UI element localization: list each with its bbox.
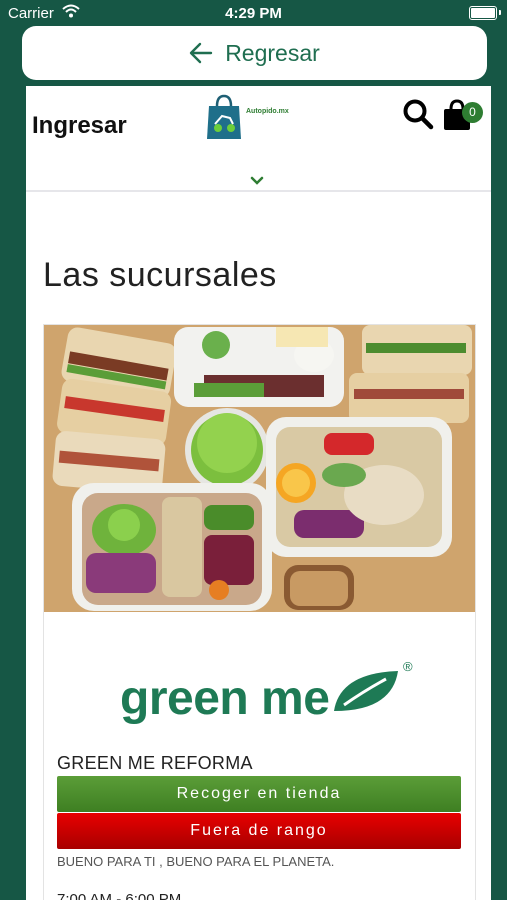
store-card[interactable]: green me ® GREEN ME REFORMA Recoger en t… xyxy=(43,324,476,900)
shopping-bag-logo-icon xyxy=(207,94,241,139)
app-logo[interactable]: Autopido.mx xyxy=(204,94,296,144)
store-slogan: BUENO PARA TI , BUENO PARA EL PLANETA. xyxy=(57,854,335,869)
back-label: Regresar xyxy=(225,39,320,66)
top-bar: Ingresar Autopido.mx 0 xyxy=(26,86,491,192)
logo-text: Autopido.mx xyxy=(246,108,289,115)
store-hours: 7:00 AM - 6:00 PM xyxy=(57,891,182,900)
leaf-icon xyxy=(334,671,398,711)
store-brand-logo: green me ® xyxy=(120,659,420,725)
registered-mark: ® xyxy=(403,659,413,674)
cart-button[interactable]: 0 xyxy=(442,98,483,132)
page-title: Las sucursales xyxy=(43,256,277,294)
chevron-down-icon[interactable] xyxy=(250,176,264,185)
pickup-in-store-button[interactable]: Recoger en tienda xyxy=(57,776,461,812)
brand-name: green me xyxy=(120,672,330,725)
store-name: GREEN ME REFORMA xyxy=(57,753,253,773)
out-of-range-button[interactable]: Fuera de rango xyxy=(57,813,461,849)
clock: 4:29 PM xyxy=(225,5,282,22)
status-bar: Carrier 4:29 PM xyxy=(0,0,507,26)
store-photo xyxy=(44,325,475,612)
back-button[interactable]: Regresar xyxy=(22,26,487,80)
login-link[interactable]: Ingresar xyxy=(32,112,127,140)
content-card: Ingresar Autopido.mx 0 Las sucursales gr… xyxy=(26,86,491,900)
battery-icon xyxy=(469,6,501,20)
arrow-left-icon xyxy=(189,42,213,64)
search-icon[interactable] xyxy=(402,98,434,130)
cart-count-badge: 0 xyxy=(462,102,483,123)
